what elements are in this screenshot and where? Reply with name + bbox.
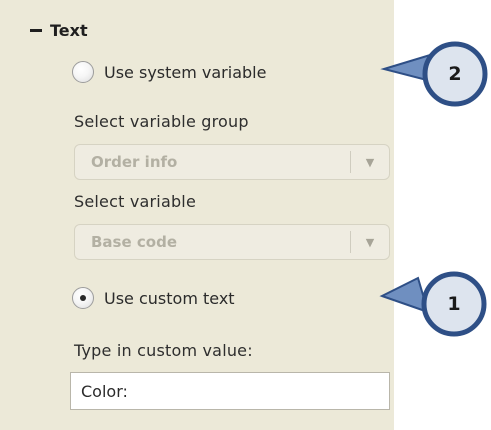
variable-select[interactable]: Base code ▼	[74, 224, 390, 260]
callout-number-1: 1	[447, 293, 461, 315]
system-variable-radio[interactable]	[72, 61, 94, 83]
minus-icon[interactable]	[30, 29, 42, 32]
settings-panel: Text Use system variable Select variable…	[0, 0, 394, 430]
variable-value: Base code	[91, 233, 177, 251]
triangle-down-icon[interactable]: ▼	[351, 236, 389, 249]
triangle-down-icon[interactable]: ▼	[351, 156, 389, 169]
custom-text-radio[interactable]	[72, 287, 94, 309]
variable-label: Select variable	[74, 192, 196, 211]
callout-number-2: 2	[448, 63, 462, 85]
section-header[interactable]: Text	[30, 18, 88, 42]
custom-text-label: Use custom text	[104, 288, 235, 308]
radio-selected-dot	[80, 295, 86, 301]
variable-group-label: Select variable group	[74, 112, 249, 131]
variable-group-select[interactable]: Order info ▼	[74, 144, 390, 180]
variable-group-value: Order info	[91, 153, 178, 171]
custom-value-input[interactable]	[70, 372, 390, 410]
custom-value-label: Type in custom value:	[74, 341, 253, 360]
system-variable-label: Use system variable	[104, 62, 267, 82]
use-custom-text-option[interactable]: Use custom text	[72, 283, 235, 313]
use-system-variable-option[interactable]: Use system variable	[72, 57, 266, 87]
section-title: Text	[50, 20, 88, 40]
